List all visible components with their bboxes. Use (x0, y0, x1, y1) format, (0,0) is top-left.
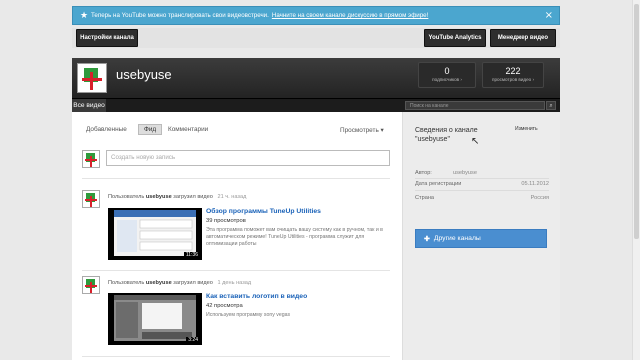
avatar (82, 150, 100, 168)
activity-prefix: Пользователь (108, 194, 145, 200)
subscribers-label: подписчиков › (432, 77, 462, 82)
video-duration: 3:24 (186, 337, 200, 343)
video-views: 42 просмотра (206, 303, 243, 309)
views-count: 222 (505, 66, 521, 76)
channel-toolbar: Настройки канала YouTube Analytics Менед… (72, 28, 560, 48)
divider (82, 356, 390, 357)
other-channels-button[interactable]: ✚ Другие каналы (415, 229, 547, 248)
activity-user-link[interactable]: usebyuse (146, 280, 172, 286)
info-label: Дата регистрации (415, 181, 462, 187)
video-title-link[interactable]: Как вставить логотип в видео (206, 293, 307, 300)
notice-link[interactable]: Начните на своем канале дискуссию в прям… (272, 12, 428, 19)
search-icon[interactable]: ⌕ (546, 101, 556, 110)
divider (415, 178, 549, 179)
subscribers-stat[interactable]: 0 подписчиков › (418, 62, 476, 88)
info-row-country: Страна Россия (415, 195, 549, 201)
video-description: Используем программу sony vegas (206, 312, 291, 318)
feed-panel: Добавленные Фид Комментарии Просмотреть … (72, 112, 402, 360)
close-icon[interactable]: × (545, 10, 553, 21)
activity-action: загрузил видео (173, 280, 213, 286)
edit-link[interactable]: Изменить (515, 126, 538, 132)
divider (415, 190, 549, 191)
youtube-analytics-button[interactable]: YouTube Analytics (424, 29, 486, 47)
channel-name[interactable]: usebyuse (116, 67, 172, 82)
notice-message: Теперь на YouTube можно транслировать св… (91, 12, 269, 19)
divider (82, 178, 390, 179)
tab-all-videos[interactable]: Все видео (72, 99, 106, 112)
notice-text: Теперь на YouTube можно транслировать св… (91, 12, 428, 19)
other-channels-label: Другие каналы (433, 235, 481, 242)
views-label: просмотров видео › (491, 77, 535, 82)
video-views: 39 просмотров (206, 218, 246, 224)
tab-uploads[interactable]: Добавленные (86, 126, 127, 133)
tab-feed[interactable]: Фид (138, 124, 163, 135)
video-duration: 11:36 (183, 252, 200, 258)
page-scrollbar[interactable] (632, 0, 640, 360)
scrollbar-thumb[interactable] (634, 4, 639, 239)
star-icon: ★ (79, 10, 89, 20)
channel-header: usebyuse 0 подписчиков › 222 просмотров … (72, 58, 560, 98)
avatar[interactable] (82, 190, 100, 208)
subscribers-count: 0 (444, 66, 450, 76)
video-description: Эта программа поможет вам очищать вашу с… (206, 227, 383, 247)
activity-line: Пользователь usebyuse загрузил видео 21 … (108, 194, 246, 200)
activity-line: Пользователь usebyuse загрузил видео 1 д… (108, 280, 251, 286)
channel-logo[interactable] (77, 63, 107, 93)
notice-bar: ★ Теперь на YouTube можно транслировать … (72, 6, 560, 25)
video-manager-button[interactable]: Менеджер видео (490, 29, 556, 47)
info-value[interactable]: usebyuse (453, 170, 477, 176)
video-title-link[interactable]: Обзор программы TuneUp Utilities (206, 208, 321, 215)
video-thumbnail[interactable]: 3:24 (108, 293, 202, 345)
activity-time: 1 день назад (217, 280, 252, 286)
thumbnail-preview (114, 210, 196, 256)
avatar[interactable] (82, 276, 100, 294)
activity-time: 21 ч. назад (217, 194, 247, 200)
new-post-input[interactable]: Создать новую запись (106, 150, 390, 166)
tab-comments[interactable]: Комментарии (168, 126, 208, 133)
info-author-value: usebyuse (415, 170, 477, 176)
info-value: Россия (530, 195, 549, 201)
activity-action: загрузил видео (173, 194, 213, 200)
mouse-cursor-icon: ↖ (471, 136, 480, 147)
info-value: 05.11.2012 (521, 181, 549, 187)
info-label: Страна (415, 195, 435, 201)
channel-settings-button[interactable]: Настройки канала (76, 29, 138, 47)
channel-info-title: Сведения о канале "usebyuse" (415, 127, 478, 143)
video-thumbnail[interactable]: 11:36 (108, 208, 202, 260)
activity-user-link[interactable]: usebyuse (146, 194, 172, 200)
divider (82, 270, 390, 271)
channel-info-panel: Сведения о канале "usebyuse" Изменить ↖ … (402, 112, 560, 360)
sort-dropdown[interactable]: Просмотреть ▾ (340, 126, 384, 134)
channel-nav: Все видео Поиск на канале ⌕ (72, 98, 560, 112)
channel-search-input[interactable]: Поиск на канале (405, 101, 545, 110)
thumbnail-preview (114, 295, 196, 341)
info-row-registered: Дата регистрации 05.11.2012 (415, 181, 549, 187)
activity-prefix: Пользователь (108, 280, 145, 286)
views-stat[interactable]: 222 просмотров видео › (482, 62, 544, 88)
plus-icon: ✚ (424, 235, 430, 243)
